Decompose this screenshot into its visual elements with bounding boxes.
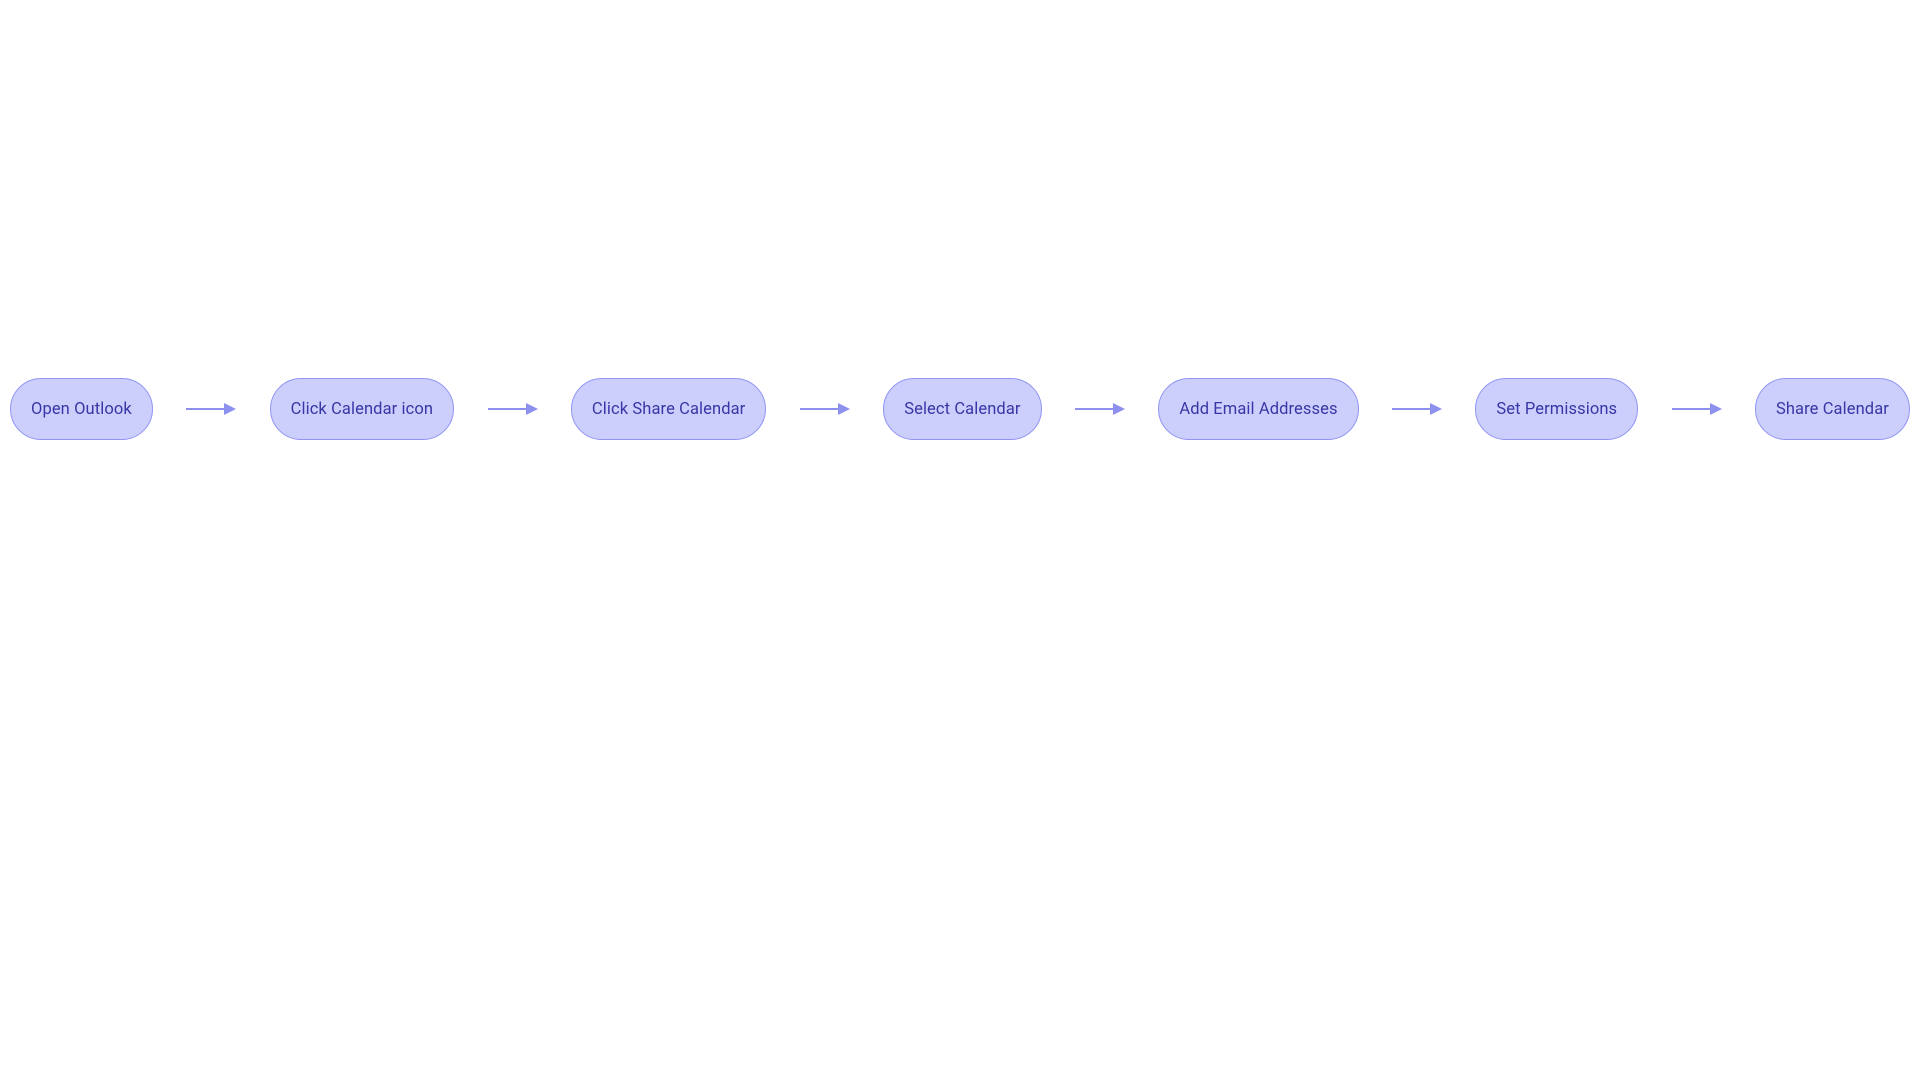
node-select-calendar: Select Calendar — [883, 378, 1041, 440]
arrow-5 — [1392, 399, 1442, 419]
node-open-outlook: Open Outlook — [10, 378, 153, 440]
arrow-4 — [1075, 399, 1125, 419]
arrow-icon — [1392, 399, 1442, 419]
arrow-icon — [186, 399, 236, 419]
node-set-permissions: Set Permissions — [1475, 378, 1638, 440]
arrow-icon — [800, 399, 850, 419]
node-share-calendar: Share Calendar — [1755, 378, 1910, 440]
arrow-icon — [488, 399, 538, 419]
flow-row: Open Outlook Click Calendar icon Click S… — [10, 378, 1910, 440]
arrow-1 — [186, 399, 236, 419]
node-add-email-addresses: Add Email Addresses — [1158, 378, 1358, 440]
arrow-6 — [1672, 399, 1722, 419]
node-click-share-calendar: Click Share Calendar — [571, 378, 766, 440]
node-label: Share Calendar — [1776, 400, 1889, 419]
arrow-3 — [800, 399, 850, 419]
arrow-icon — [1075, 399, 1125, 419]
node-label: Select Calendar — [904, 400, 1020, 419]
diagram-canvas: Open Outlook Click Calendar icon Click S… — [0, 0, 1920, 1080]
node-label: Click Calendar icon — [291, 400, 433, 419]
arrow-icon — [1672, 399, 1722, 419]
node-click-calendar-icon: Click Calendar icon — [270, 378, 454, 440]
node-label: Open Outlook — [31, 400, 132, 419]
node-label: Add Email Addresses — [1179, 400, 1337, 419]
arrow-2 — [488, 399, 538, 419]
node-label: Set Permissions — [1496, 400, 1617, 419]
node-label: Click Share Calendar — [592, 400, 745, 419]
